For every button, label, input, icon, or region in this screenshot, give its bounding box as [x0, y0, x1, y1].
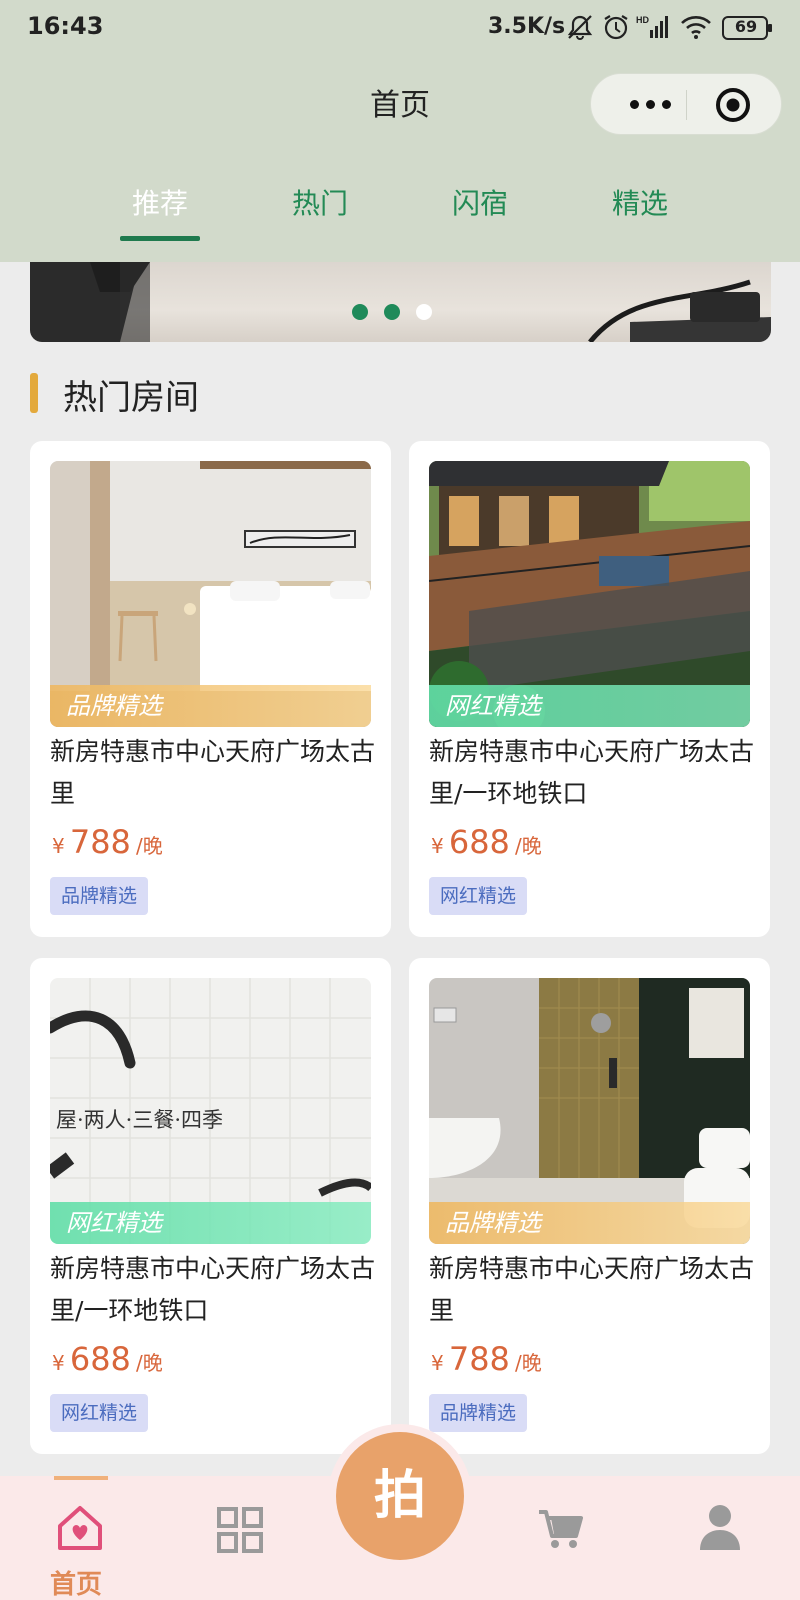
active-tab-indicator: [120, 236, 200, 241]
price-unit: /晚: [515, 1351, 542, 1375]
banner-image: [30, 262, 771, 342]
card-ribbon: 网红精选: [429, 685, 750, 727]
grid-icon[interactable]: [216, 1506, 264, 1558]
price-currency: ¥: [52, 1351, 65, 1375]
carousel-dot[interactable]: [352, 304, 368, 320]
tab-flash-stay[interactable]: 闪宿: [430, 182, 530, 222]
banner-carousel[interactable]: [30, 262, 771, 342]
tab-selected[interactable]: 精选: [590, 182, 690, 222]
svg-text:HD: HD: [636, 15, 649, 25]
wifi-icon: [680, 14, 712, 44]
room-card[interactable]: 品牌精选 新房特惠市中心天府广场太古里 ¥ 788 /晚 品牌精选: [409, 958, 770, 1454]
price-unit: /晚: [136, 1351, 163, 1375]
capsule-divider: [686, 90, 687, 120]
tab-home-label[interactable]: 首页: [50, 1564, 102, 1600]
card-price: ¥ 688 /晚: [52, 1340, 163, 1378]
battery-icon: 69: [722, 16, 774, 44]
card-price: ¥ 788 /晚: [431, 1340, 542, 1378]
room-card[interactable]: 屋·两人·三餐·四季 网红精选 新房特惠市中心天府广场太古里/一环地铁口 ¥ 6…: [30, 958, 391, 1454]
card-title: 新房特惠市中心天府广场太古里/一环地铁口: [429, 737, 755, 808]
carousel-dot[interactable]: [384, 304, 400, 320]
room-image: 屋·两人·三餐·四季 网红精选: [50, 978, 371, 1244]
category-tabs: 推荐 热门 闪宿 精选: [0, 160, 800, 260]
room-image: 品牌精选: [429, 978, 750, 1244]
price-value: 688: [448, 823, 510, 861]
cart-icon[interactable]: [536, 1504, 584, 1556]
price-currency: ¥: [431, 1351, 444, 1375]
card-tag: 网红精选: [429, 877, 528, 915]
signal-icon: HD: [636, 14, 670, 44]
room-image: 网红精选: [429, 461, 750, 727]
price-unit: /晚: [515, 834, 542, 858]
user-icon[interactable]: [696, 1502, 744, 1556]
network-speed: 3.5K/s: [488, 14, 566, 39]
card-ribbon: 品牌精选: [429, 1202, 750, 1244]
shoot-button[interactable]: 拍: [328, 1424, 472, 1568]
price-value: 788: [448, 1340, 510, 1378]
close-target-icon[interactable]: [715, 87, 751, 127]
card-price: ¥ 688 /晚: [431, 823, 542, 861]
status-time: 16:43: [27, 12, 104, 40]
card-tag: 网红精选: [50, 1394, 149, 1432]
card-price: ¥ 788 /晚: [52, 823, 163, 861]
room-card[interactable]: 网红精选 新房特惠市中心天府广场太古里/一环地铁口 ¥ 688 /晚 网红精选: [409, 441, 770, 937]
card-ribbon: 品牌精选: [50, 685, 371, 727]
shoot-label[interactable]: 拍: [336, 1432, 464, 1560]
carousel-dot-active[interactable]: [416, 304, 432, 320]
card-title: 新房特惠市中心天府广场太古里: [429, 1254, 755, 1325]
home-heart-icon[interactable]: [55, 1504, 105, 1556]
price-value: 788: [69, 823, 131, 861]
price-currency: ¥: [431, 834, 444, 858]
price-value: 688: [69, 1340, 131, 1378]
room-card[interactable]: 品牌精选 新房特惠市中心天府广场太古里 ¥ 788 /晚 品牌精选: [30, 441, 391, 937]
price-unit: /晚: [136, 834, 163, 858]
room-image: 品牌精选: [50, 461, 371, 727]
card-tag: 品牌精选: [50, 877, 149, 915]
price-currency: ¥: [52, 834, 65, 858]
mini-program-capsule: [590, 73, 782, 135]
alarm-icon: [602, 14, 630, 44]
mute-icon: [566, 14, 594, 44]
card-ribbon: 网红精选: [50, 1202, 371, 1244]
more-icon[interactable]: [617, 74, 683, 134]
battery-level: 69: [734, 17, 758, 36]
card-title: 新房特惠市中心天府广场太古里/一环地铁口: [50, 1254, 376, 1325]
status-bar: 16:43 3.5K/s HD 69: [0, 0, 800, 56]
wall-slogan: 屋·两人·三餐·四季: [56, 1108, 224, 1132]
tab-hot[interactable]: 热门: [270, 182, 370, 222]
section-title: 热门房间: [63, 378, 199, 418]
section-accent-bar: [30, 373, 38, 413]
active-tab-indicator: [54, 1476, 108, 1480]
header: 16:43 3.5K/s HD 69 首页 推荐 热门 闪宿 精选: [0, 0, 800, 262]
card-tag: 品牌精选: [429, 1394, 528, 1432]
tab-recommend[interactable]: 推荐: [110, 182, 210, 222]
card-title: 新房特惠市中心天府广场太古里: [50, 737, 376, 808]
